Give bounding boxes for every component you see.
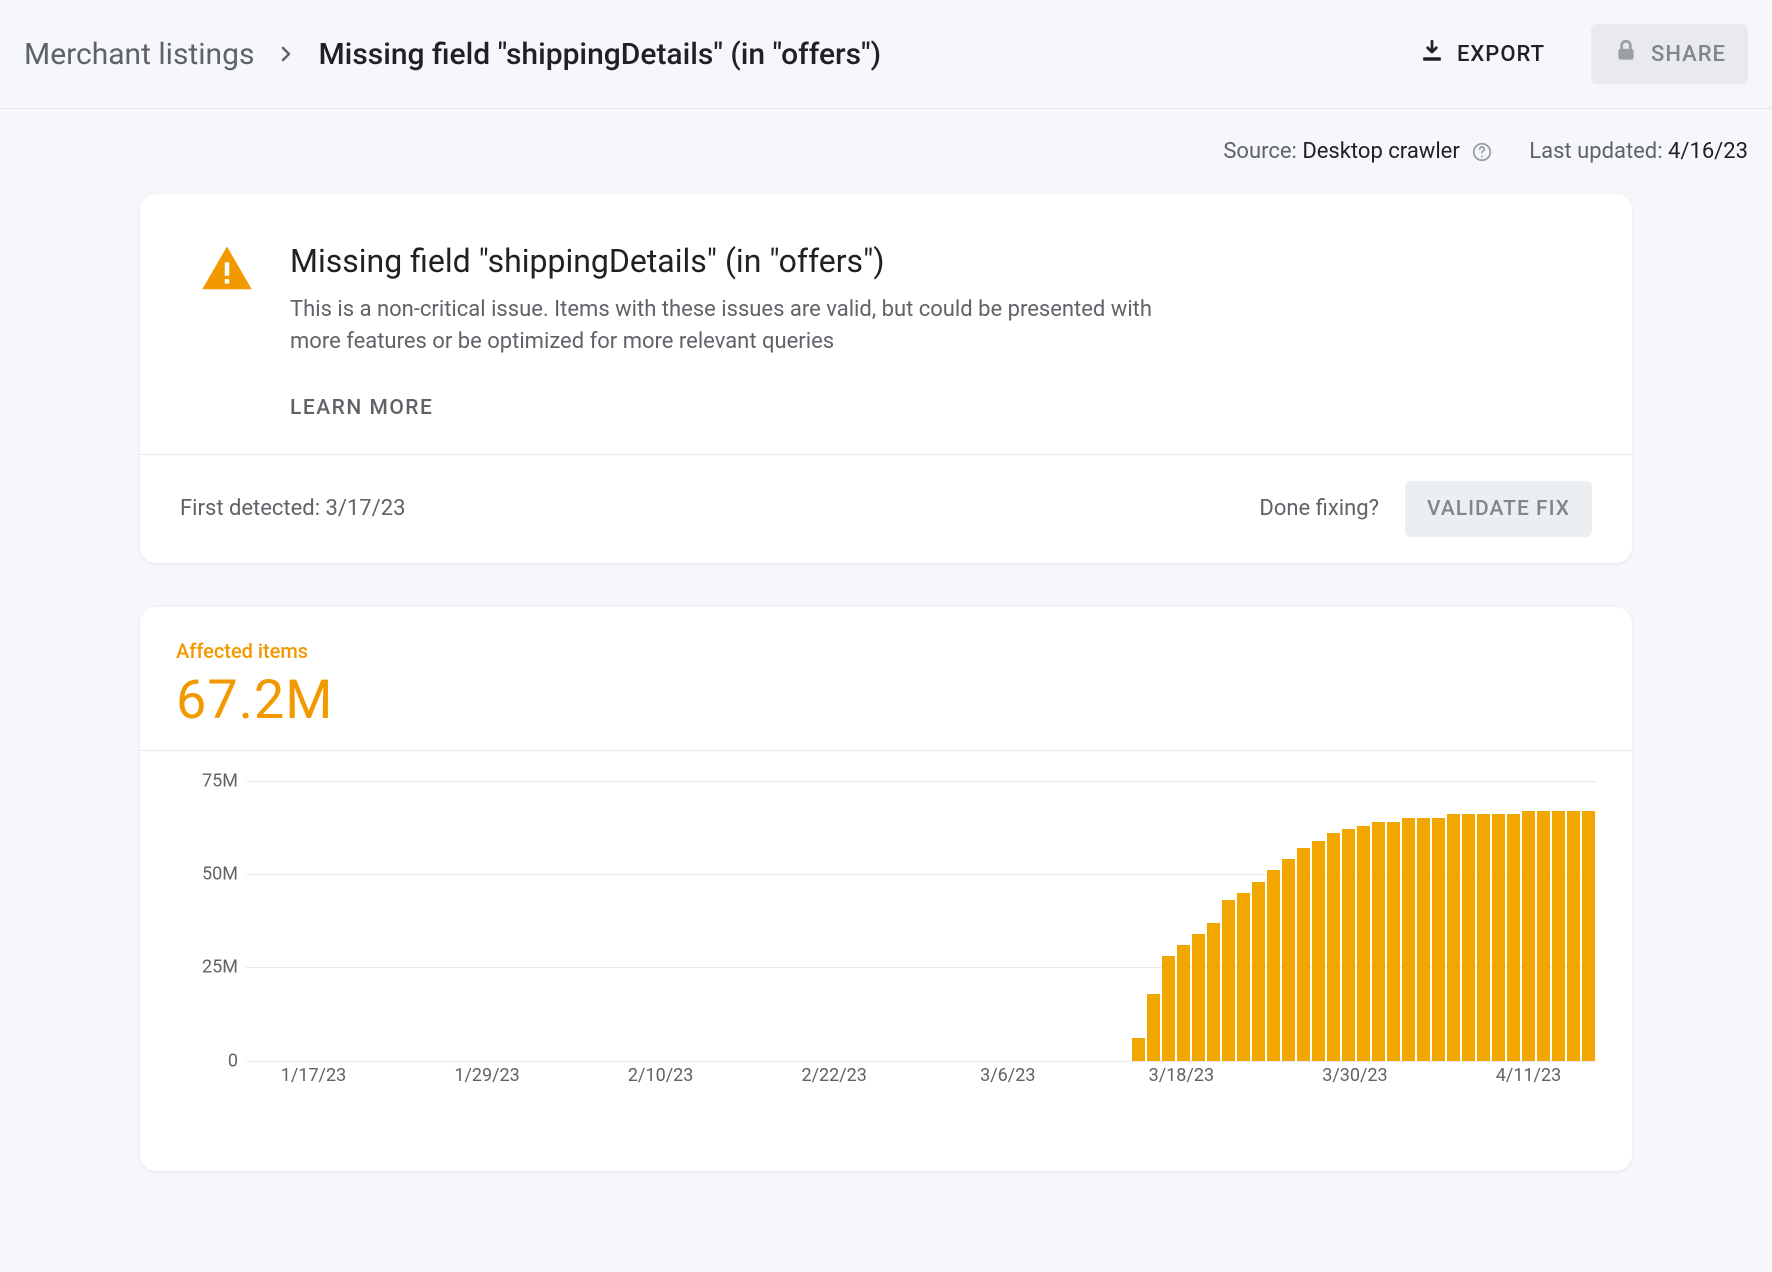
page-header: Merchant listings Missing field "shippin… (0, 0, 1772, 109)
source-value: Desktop crawler (1302, 139, 1459, 164)
first-detected: First detected: 3/17/23 (180, 496, 405, 521)
download-icon (1419, 38, 1445, 70)
chevron-right-icon (274, 42, 298, 66)
chart-bar (1417, 818, 1430, 1061)
updated-info: Last updated: 4/16/23 (1529, 139, 1748, 164)
chart-bar (1537, 811, 1550, 1061)
chart-bar (1342, 829, 1355, 1060)
chart-bars (246, 781, 1596, 1061)
chart-bar (1132, 1038, 1145, 1060)
chart-bar (1567, 811, 1580, 1061)
chart-x-axis: 1/17/23 1/29/23 2/10/23 2/22/23 3/6/23 3/18/2… (246, 1065, 1596, 1095)
breadcrumb: Merchant listings Missing field "shippin… (24, 37, 881, 72)
updated-label: Last updated: (1529, 139, 1662, 164)
chart-bar (1267, 870, 1280, 1060)
chart-bar (1312, 841, 1325, 1061)
chart-bar (1402, 818, 1415, 1061)
meta-bar: Source: Desktop crawler Last updated: 4/… (0, 109, 1772, 194)
chart-bar (1447, 814, 1460, 1060)
updated-value: 4/16/23 (1668, 139, 1748, 164)
chart-bar (1582, 811, 1595, 1061)
lock-icon (1613, 38, 1639, 70)
metric-value: 67.2M (176, 669, 1596, 732)
source-label: Source: (1223, 139, 1297, 164)
chart-x-tick: 2/22/23 (801, 1065, 866, 1086)
divider (140, 750, 1632, 751)
chart-bar (1492, 814, 1505, 1060)
chart-x-tick: 1/29/23 (454, 1065, 519, 1086)
learn-more-button[interactable]: LEARN MORE (290, 396, 1180, 420)
chart-bar (1522, 811, 1535, 1061)
first-detected-value: 3/17/23 (326, 496, 406, 521)
export-button[interactable]: EXPORT (1397, 24, 1567, 84)
breadcrumb-current: Missing field "shippingDetails" (in "off… (318, 37, 881, 72)
chart-x-tick: 1/17/23 (281, 1065, 346, 1086)
chart-gridline (246, 1061, 1596, 1062)
chart-bar (1282, 859, 1295, 1061)
issue-title: Missing field "shippingDetails" (in "off… (290, 242, 1180, 280)
done-fixing-label: Done fixing? (1259, 496, 1379, 521)
chart-bar (1462, 814, 1475, 1060)
share-label: SHARE (1651, 42, 1726, 67)
chart-bar (1477, 814, 1490, 1060)
chart-bar (1207, 923, 1220, 1061)
help-icon[interactable] (1471, 141, 1493, 163)
chart-bar (1237, 893, 1250, 1061)
chart-y-tick: 50M (202, 864, 238, 885)
chart: 025M50M75M 1/17/231/29/232/10/232/22/233… (176, 781, 1596, 1101)
chart-bar (1357, 826, 1370, 1061)
chart-bar (1327, 833, 1340, 1061)
validate-fix-button[interactable]: VALIDATE FIX (1405, 481, 1592, 537)
breadcrumb-root[interactable]: Merchant listings (24, 37, 254, 72)
chart-x-tick: 3/18/23 (1149, 1065, 1214, 1086)
chart-y-tick: 75M (202, 770, 238, 791)
issue-card: Missing field "shippingDetails" (in "off… (140, 194, 1632, 563)
source-info: Source: Desktop crawler (1223, 139, 1493, 164)
chart-y-axis: 025M50M75M (176, 781, 246, 1061)
chart-bar (1252, 882, 1265, 1061)
chart-bar (1372, 822, 1385, 1061)
chart-bar (1432, 818, 1445, 1061)
chart-x-tick: 4/11/23 (1496, 1065, 1561, 1086)
chart-bar (1177, 945, 1190, 1061)
chart-x-tick: 2/10/23 (628, 1065, 693, 1086)
export-label: EXPORT (1457, 42, 1545, 67)
chart-bar (1222, 900, 1235, 1061)
chart-x-tick: 3/30/23 (1322, 1065, 1387, 1086)
chart-bar (1162, 956, 1175, 1061)
warning-icon (200, 242, 254, 420)
chart-x-tick: 3/6/23 (980, 1065, 1035, 1086)
metric-label: Affected items (176, 639, 1596, 663)
chart-y-tick: 25M (202, 957, 238, 978)
chart-bar (1507, 814, 1520, 1060)
chart-bar (1192, 934, 1205, 1061)
chart-bar (1297, 848, 1310, 1061)
chart-y-tick: 0 (228, 1050, 238, 1071)
chart-bar (1147, 994, 1160, 1061)
chart-bar (1387, 822, 1400, 1061)
header-actions: EXPORT SHARE (1397, 24, 1748, 84)
chart-bar (1552, 811, 1565, 1061)
issue-description: This is a non-critical issue. Items with… (290, 294, 1180, 358)
chart-card: Affected items 67.2M 025M50M75M 1/17/231… (140, 607, 1632, 1171)
share-button[interactable]: SHARE (1591, 24, 1748, 84)
first-detected-label: First detected: (180, 496, 320, 521)
